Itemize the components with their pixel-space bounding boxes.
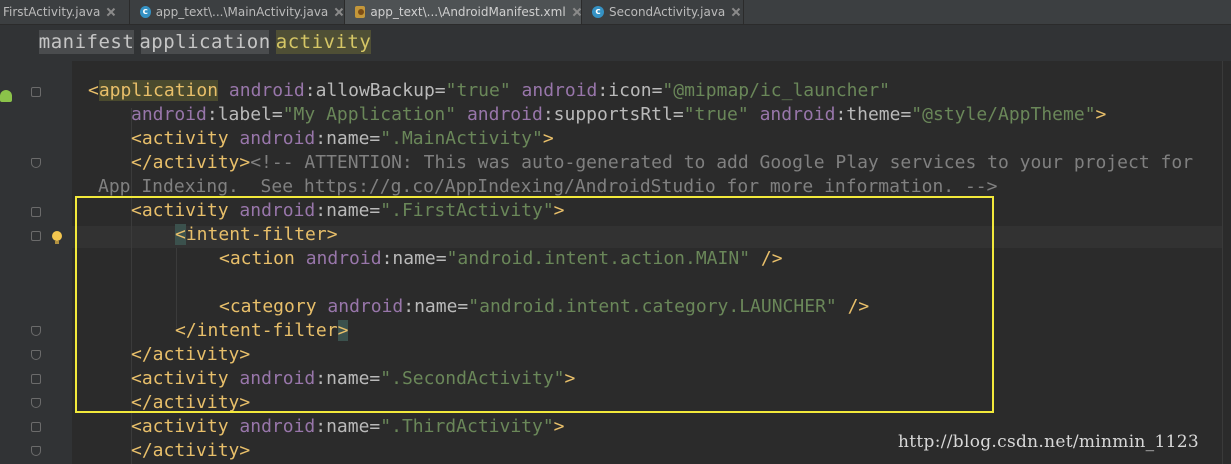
xml-file-icon: [355, 6, 366, 18]
fold-marker-icon[interactable]: [31, 398, 41, 408]
fold-marker-icon[interactable]: [31, 87, 41, 97]
editor-tab-bar: FirstActivity.java c app_text\...\MainAc…: [0, 0, 1231, 25]
fold-marker-icon[interactable]: [31, 374, 41, 384]
highlight-annotation-box: [75, 196, 994, 413]
tab-main-activity[interactable]: c app_text\...\MainActivity.java: [130, 0, 345, 24]
tab-label: app_text\...\MainActivity.java: [155, 5, 329, 19]
code-line-3: <activity android:name=".MainActivity">: [131, 128, 554, 149]
code-line-14: <activity android:name=".ThirdActivity">: [131, 416, 565, 437]
tab-label: FirstActivity.java: [3, 5, 101, 19]
right-margin-guide: [1222, 61, 1223, 464]
tab-second-activity[interactable]: c SecondActivity.java: [582, 0, 744, 24]
code-line-2: android:label="My Application" android:s…: [131, 104, 1107, 125]
java-class-icon: c: [592, 6, 604, 18]
breadcrumb-manifest[interactable]: manifest: [39, 30, 134, 54]
fold-marker-icon[interactable]: [31, 422, 41, 432]
close-icon[interactable]: [333, 6, 344, 18]
code-line-15: </activity>: [131, 440, 251, 461]
fold-marker-icon[interactable]: [31, 350, 41, 360]
tab-first-activity[interactable]: FirstActivity.java: [0, 0, 130, 24]
fold-marker-icon[interactable]: [31, 207, 41, 217]
fold-marker-icon[interactable]: [31, 446, 41, 456]
code-line-4: </activity><!-- ATTENTION: This was auto…: [131, 152, 1194, 173]
close-icon[interactable]: [571, 6, 581, 18]
tab-label: SecondActivity.java: [609, 5, 726, 19]
android-icon: [0, 90, 12, 102]
close-icon[interactable]: [730, 6, 742, 18]
fold-marker-icon[interactable]: [31, 326, 41, 336]
code-line-5: App Indexing. See https://g.co/AppIndexi…: [98, 176, 998, 197]
lightbulb-icon[interactable]: [52, 231, 62, 244]
fold-marker-icon[interactable]: [31, 158, 41, 168]
breadcrumb-activity[interactable]: activity: [276, 30, 371, 54]
fold-marker-icon[interactable]: [31, 231, 41, 241]
tab-android-manifest[interactable]: app_text\...\AndroidManifest.xml: [345, 0, 582, 24]
breadcrumb: manifest application activity: [0, 25, 1231, 61]
breadcrumb-application[interactable]: application: [139, 30, 270, 54]
close-icon[interactable]: [105, 6, 117, 18]
java-class-icon: c: [140, 6, 151, 18]
tab-label: app_text\...\AndroidManifest.xml: [370, 5, 566, 19]
code-line-1: <application android:allowBackup="true" …: [88, 80, 890, 101]
watermark: http://blog.csdn.net/minmin_1123: [898, 432, 1199, 452]
